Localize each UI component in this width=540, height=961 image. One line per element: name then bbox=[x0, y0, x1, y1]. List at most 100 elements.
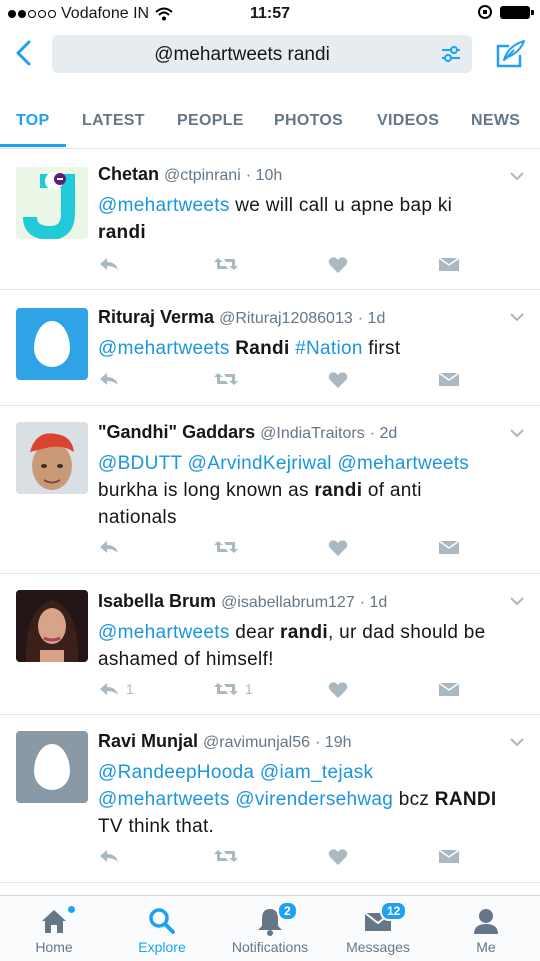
highlighted-keyword: randi bbox=[280, 622, 328, 643]
reply-button[interactable] bbox=[98, 848, 126, 864]
j-logo-icon bbox=[16, 167, 88, 239]
chevron-down-icon[interactable] bbox=[510, 312, 524, 322]
nav-messages[interactable]: 12 Messages bbox=[324, 896, 432, 961]
filter-settings-icon[interactable] bbox=[440, 43, 462, 65]
tweet-text: @mehartweets Randi #Nation first bbox=[98, 335, 504, 362]
mention-link[interactable]: @mehartweets bbox=[337, 453, 469, 474]
nav-home[interactable]: Home bbox=[0, 896, 108, 961]
search-tabs: TOP LATEST PEOPLE PHOTOS VIDEOS NEWS bbox=[0, 100, 540, 149]
reply-button[interactable]: 1 bbox=[98, 681, 134, 697]
tweet-actions bbox=[98, 848, 504, 870]
tweet-time: · 2d bbox=[369, 425, 398, 442]
display-name[interactable]: Chetan bbox=[98, 164, 159, 184]
tab-latest[interactable]: LATEST bbox=[82, 112, 145, 130]
tweet-card[interactable]: Rituraj Verma @Rituraj12086013 · 1d @meh… bbox=[0, 290, 540, 406]
retweet-button[interactable] bbox=[213, 848, 245, 864]
back-chevron-icon[interactable] bbox=[10, 38, 40, 68]
mention-link[interactable]: @mehartweets bbox=[98, 622, 230, 643]
mention-link[interactable]: @mehartweets bbox=[98, 789, 230, 810]
user-avatar[interactable] bbox=[16, 422, 88, 494]
compose-tweet-icon[interactable] bbox=[494, 38, 526, 70]
highlighted-keyword: Randi bbox=[235, 338, 290, 359]
user-avatar[interactable] bbox=[16, 731, 88, 803]
reply-button[interactable] bbox=[98, 371, 126, 387]
user-handle[interactable]: @isabellabrum127 bbox=[221, 594, 355, 611]
user-avatar[interactable] bbox=[16, 308, 88, 380]
tweet-text-segment: TV think that. bbox=[98, 816, 215, 837]
mention-link[interactable]: @iam_tejask bbox=[260, 762, 373, 783]
tab-people[interactable]: PEOPLE bbox=[177, 112, 244, 130]
heart-button[interactable] bbox=[328, 681, 348, 699]
reply-button[interactable] bbox=[98, 256, 126, 272]
chevron-down-icon[interactable] bbox=[510, 737, 524, 747]
chevron-down-icon[interactable] bbox=[510, 171, 524, 181]
tweet-card[interactable]: Isabella Brum @isabellabrum127 · 1d @meh… bbox=[0, 574, 540, 715]
heart-button[interactable] bbox=[328, 371, 348, 389]
user-avatar[interactable] bbox=[16, 167, 88, 239]
retweet-button[interactable] bbox=[213, 371, 245, 387]
heart-button[interactable] bbox=[328, 848, 348, 866]
display-name[interactable]: Ravi Munjal bbox=[98, 731, 198, 751]
nav-notifications[interactable]: 2 Notifications bbox=[216, 896, 324, 961]
retweet-button[interactable] bbox=[213, 256, 245, 272]
display-name[interactable]: "Gandhi" Gaddars bbox=[98, 422, 255, 442]
direct-message-icon bbox=[438, 256, 460, 272]
retweet-button[interactable] bbox=[213, 539, 245, 555]
tweet-card[interactable]: Chetan @ctpinrani · 10h @mehartweets we … bbox=[0, 149, 540, 290]
user-handle[interactable]: @ctpinrani bbox=[164, 167, 241, 184]
reply-count: 1 bbox=[126, 681, 134, 697]
heart-icon bbox=[328, 681, 348, 699]
mention-link[interactable]: @mehartweets bbox=[98, 338, 230, 359]
user-handle[interactable]: @ravimunjal56 bbox=[203, 734, 310, 751]
mention-link[interactable]: @BDUTT bbox=[98, 453, 182, 474]
display-name[interactable]: Isabella Brum bbox=[98, 591, 216, 611]
user-handle[interactable]: @Rituraj12086013 bbox=[219, 310, 353, 327]
mention-link[interactable]: @RandeepHooda bbox=[98, 762, 254, 783]
search-field[interactable]: @mehartweets randi bbox=[52, 35, 472, 73]
reply-button[interactable] bbox=[98, 539, 126, 555]
search-query[interactable]: @mehartweets randi bbox=[52, 44, 432, 66]
display-name[interactable]: Rituraj Verma bbox=[98, 307, 214, 327]
reply-icon bbox=[98, 681, 120, 697]
direct-message-button[interactable] bbox=[438, 539, 460, 555]
tweet-text: @RandeepHooda @iam_tejask @mehartweets @… bbox=[98, 759, 504, 840]
heart-icon bbox=[328, 539, 348, 557]
tab-videos[interactable]: VIDEOS bbox=[377, 112, 439, 130]
chevron-down-icon[interactable] bbox=[510, 428, 524, 438]
direct-message-button[interactable] bbox=[438, 681, 460, 697]
tweet-header: Ravi Munjal @ravimunjal56 · 19h bbox=[98, 730, 504, 754]
user-avatar[interactable] bbox=[16, 590, 88, 662]
highlighted-keyword: randi bbox=[314, 480, 363, 501]
retweet-button[interactable]: 1 bbox=[213, 681, 253, 697]
mention-link[interactable]: @mehartweets bbox=[98, 195, 230, 216]
tweet-time: · 1d bbox=[357, 310, 386, 327]
tab-photos[interactable]: PHOTOS bbox=[274, 112, 343, 130]
tweet-card[interactable]: "Gandhi" Gaddars @IndiaTraitors · 2d @BD… bbox=[0, 406, 540, 574]
heart-button[interactable] bbox=[328, 256, 348, 274]
search-icon bbox=[149, 908, 175, 934]
tab-news[interactable]: NEWS bbox=[471, 112, 520, 130]
tab-top[interactable]: TOP bbox=[16, 112, 50, 130]
chevron-down-icon[interactable] bbox=[510, 596, 524, 606]
highlighted-keyword: randi bbox=[98, 222, 146, 243]
bottom-tab-bar: Home Explore 2 Notifications 12 Messages… bbox=[0, 895, 540, 961]
mention-link[interactable]: @ArvindKejriwal bbox=[188, 453, 332, 474]
tweet-text: @BDUTT @ArvindKejriwal @mehartweets burk… bbox=[98, 450, 504, 531]
direct-message-button[interactable] bbox=[438, 256, 460, 272]
heart-button[interactable] bbox=[328, 539, 348, 557]
tweet-card[interactable]: Ravi Munjal @ravimunjal56 · 19h @Randeep… bbox=[0, 715, 540, 883]
retweet-icon bbox=[213, 371, 239, 387]
highlighted-keyword: RANDI bbox=[434, 789, 497, 810]
direct-message-button[interactable] bbox=[438, 848, 460, 864]
tweet-header: Rituraj Verma @Rituraj12086013 · 1d bbox=[98, 306, 504, 330]
nav-me[interactable]: Me bbox=[432, 896, 540, 961]
mention-link[interactable]: @virendersehwag bbox=[235, 789, 393, 810]
direct-message-button[interactable] bbox=[438, 371, 460, 387]
user-handle[interactable]: @IndiaTraitors bbox=[260, 425, 365, 442]
tweet-text: @mehartweets dear randi, ur dad should b… bbox=[98, 619, 504, 673]
nav-explore[interactable]: Explore bbox=[108, 896, 216, 961]
retweet-icon bbox=[213, 681, 239, 697]
mention-link[interactable]: #Nation bbox=[295, 338, 363, 359]
retweet-icon bbox=[213, 256, 239, 272]
tweet-header: Chetan @ctpinrani · 10h bbox=[98, 163, 504, 187]
